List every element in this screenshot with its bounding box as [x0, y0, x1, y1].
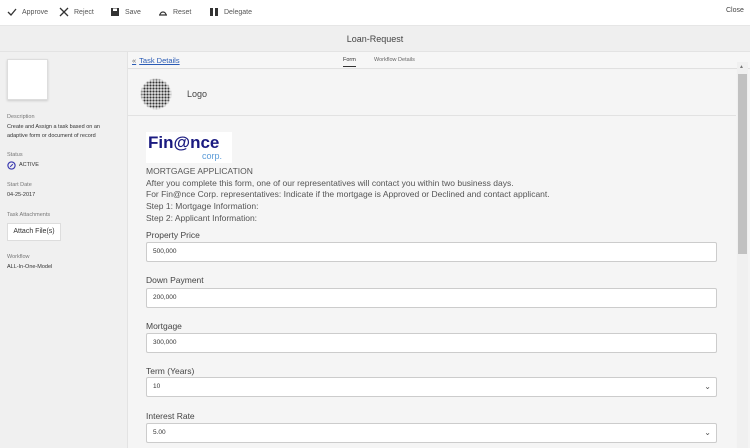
intro-line: Step 2: Applicant Information: [146, 212, 258, 223]
toolbar: Approve Reject Save Reset Delegate Close [0, 0, 750, 26]
delegate-button[interactable]: Delegate [209, 7, 252, 17]
term-label: Term (Years) [146, 366, 195, 376]
task-header: «Task Details Form Workflow Details [128, 52, 750, 69]
logo-text: Logo [187, 89, 208, 99]
status-badge: ACTIVE [7, 161, 122, 170]
scrollbar[interactable]: ▲ [737, 62, 748, 448]
mortgage-input[interactable]: 300,000 [146, 333, 717, 353]
scrollbar-thumb[interactable] [738, 74, 747, 254]
interest-rate-value: 5.00 [153, 429, 166, 436]
double-chevron-left-icon: « [132, 56, 137, 65]
scroll-up-icon[interactable]: ▲ [739, 64, 744, 70]
property-price-label: Property Price [146, 230, 200, 240]
page-title: Loan-Request [0, 26, 750, 52]
workflow-label: Workflow [7, 254, 30, 260]
intro-heading: MORTGAGE APPLICATION [146, 166, 253, 176]
delegate-icon [210, 8, 218, 16]
attach-files-button[interactable]: Attach File(s) [7, 223, 61, 241]
logo-image [140, 78, 172, 110]
finance-corp-logo: Fin@nce corp. [146, 132, 232, 163]
start-date-label: Start Date [7, 182, 32, 188]
attachments-label: Task Attachments [7, 212, 51, 218]
logo-header: Logo [128, 70, 736, 116]
reset-icon [159, 11, 167, 16]
adaptive-form: Logo Fin@nce corp. MORTGAGE APPLICATION A… [128, 70, 736, 448]
workflow-value: ALL-In-One-Model [7, 264, 53, 270]
chevron-down-icon: ⌄ [704, 428, 711, 437]
task-details-link[interactable]: «Task Details [132, 56, 180, 65]
description-label: Description [7, 114, 35, 120]
mortgage-label: Mortgage [146, 321, 182, 331]
term-value: 10 [153, 383, 161, 390]
active-status-icon [7, 161, 16, 170]
save-icon [111, 8, 119, 16]
interest-rate-label: Interest Rate [146, 411, 195, 421]
down-payment-input[interactable]: 200,000 [146, 288, 717, 308]
tab-form[interactable]: Form [343, 57, 356, 67]
approve-button[interactable]: Approve [7, 7, 48, 17]
start-date-value: 04-25-2017 [7, 192, 36, 198]
x-icon [59, 7, 69, 17]
intro-line: After you complete this form, one of our… [146, 177, 514, 188]
form-thumbnail[interactable] [7, 59, 48, 100]
property-price-input[interactable]: 500,000 [146, 242, 717, 262]
chevron-down-icon: ⌄ [704, 382, 711, 391]
term-select[interactable]: 10 ⌄ [146, 377, 717, 397]
tab-workflow-details[interactable]: Workflow Details [374, 57, 415, 63]
intro-line: Step 1: Mortgage Information: [146, 201, 259, 212]
save-button[interactable]: Save [110, 7, 141, 17]
close-button[interactable]: Close [726, 7, 744, 14]
form-intro: MORTGAGE APPLICATION After you complete … [146, 166, 550, 225]
description-value: Create and Assign a task based on an ada… [7, 124, 100, 139]
interest-rate-select[interactable]: 5.00 ⌄ [146, 423, 717, 443]
reset-button[interactable]: Reset [158, 7, 191, 17]
reject-button[interactable]: Reject [59, 7, 94, 17]
down-payment-label: Down Payment [146, 275, 204, 285]
intro-line: For Fin@nce Corp. representatives: Indic… [146, 189, 550, 200]
status-label: Status [7, 152, 23, 158]
main: «Task Details Form Workflow Details Logo… [128, 52, 750, 448]
check-icon [7, 8, 17, 16]
sidebar: Description Create and Assign a task bas… [0, 52, 128, 448]
